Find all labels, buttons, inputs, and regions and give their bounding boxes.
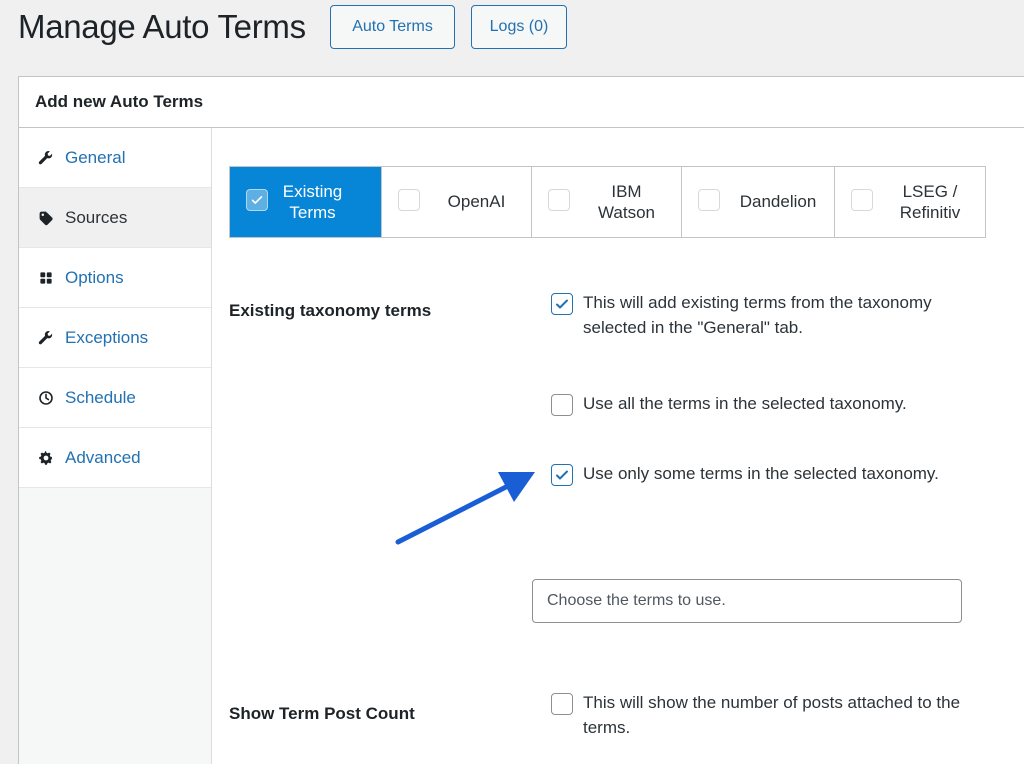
sidebar-item-exceptions[interactable]: Exceptions <box>19 308 211 368</box>
tab-checkbox[interactable] <box>851 189 873 211</box>
wrench-icon <box>35 149 57 167</box>
sidebar-item-label: Options <box>65 267 124 287</box>
tag-icon <box>35 209 57 227</box>
tab-label-line1: LSEG / <box>902 181 958 201</box>
post-count-text: This will show the number of posts attac… <box>583 693 961 737</box>
card-title: Add new Auto Terms <box>19 77 1024 128</box>
sidebar: General Sources Options Exceptions Sched… <box>19 128 212 764</box>
some-terms-checkbox[interactable] <box>551 464 573 486</box>
tab-label-line2: Refinitiv <box>899 203 961 222</box>
tab-label-line1: Existing <box>282 181 343 201</box>
sidebar-item-label: Schedule <box>65 387 136 407</box>
tab-checkbox[interactable] <box>548 189 570 211</box>
tab-existing-terms[interactable]: Existing Terms <box>230 167 382 237</box>
all-terms-text: Use all the terms in the selected taxono… <box>583 394 907 413</box>
post-count-checkbox[interactable] <box>551 693 573 715</box>
post-count-option: This will show the number of posts attac… <box>551 691 991 740</box>
wrench-icon <box>35 329 57 347</box>
tab-label-line2: Watson <box>597 203 655 222</box>
existing-terms-text: This will add existing terms from the ta… <box>583 293 932 337</box>
sidebar-item-label: Advanced <box>65 447 141 467</box>
tab-checkbox[interactable] <box>698 189 720 211</box>
tab-lseg-refinitiv[interactable]: LSEG / Refinitiv <box>835 167 985 237</box>
some-terms-text: Use only some terms in the selected taxo… <box>583 464 939 483</box>
tab-checkbox[interactable] <box>246 189 268 211</box>
page-title: Manage Auto Terms <box>18 8 306 45</box>
gear-icon <box>35 449 57 467</box>
sidebar-item-advanced[interactable]: Advanced <box>19 428 211 488</box>
annotation-arrow-icon <box>395 472 535 545</box>
existing-taxonomy-label: Existing taxonomy terms <box>229 301 432 320</box>
tab-label-line1: IBM <box>611 181 642 201</box>
sidebar-item-schedule[interactable]: Schedule <box>19 368 211 428</box>
grid-icon <box>35 269 57 287</box>
existing-terms-checkbox[interactable] <box>551 293 573 315</box>
all-terms-option: Use all the terms in the selected taxono… <box>551 392 991 417</box>
tab-checkbox[interactable] <box>398 189 420 211</box>
post-count-label: Show Term Post Count <box>229 704 415 723</box>
tab-dandelion[interactable]: Dandelion <box>682 167 835 237</box>
existing-terms-option: This will add existing terms from the ta… <box>551 291 971 340</box>
terms-select-input[interactable]: Choose the terms to use. <box>532 579 962 623</box>
tab-label: OpenAI <box>447 192 506 212</box>
source-tabs: Existing Terms OpenAI IBM Watson Dandeli… <box>229 166 986 238</box>
some-terms-option: Use only some terms in the selected taxo… <box>551 462 951 487</box>
sidebar-item-sources[interactable]: Sources <box>19 188 211 248</box>
sidebar-item-label: General <box>65 147 126 167</box>
sidebar-item-options[interactable]: Options <box>19 248 211 308</box>
logs-button[interactable]: Logs (0) <box>471 5 567 49</box>
sidebar-item-label: Exceptions <box>65 327 149 347</box>
tab-openai[interactable]: OpenAI <box>382 167 532 237</box>
auto-terms-button[interactable]: Auto Terms <box>330 5 455 49</box>
sidebar-item-label: Sources <box>65 207 128 227</box>
all-terms-checkbox[interactable] <box>551 394 573 416</box>
clock-icon <box>35 389 57 407</box>
sidebar-item-general[interactable]: General <box>19 128 211 188</box>
tab-label-line2: Terms <box>289 203 336 222</box>
tab-ibm-watson[interactable]: IBM Watson <box>532 167 682 237</box>
auto-terms-card: Add new Auto Terms General Sources Optio… <box>18 76 1024 764</box>
